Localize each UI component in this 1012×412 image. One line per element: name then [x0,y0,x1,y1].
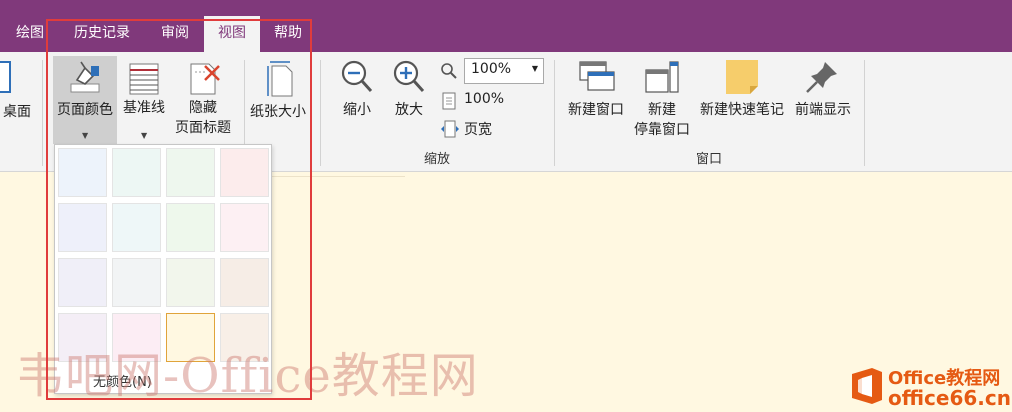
zoom-100-label: 100% [464,91,505,107]
docked-window-icon [645,61,679,93]
zoom-in-button[interactable]: 放大 [386,58,432,128]
zoom-in-icon [393,60,425,93]
page-width-button[interactable]: 页宽 [440,118,510,140]
new-docked-window-button[interactable]: 新建 停靠窗口 [630,58,694,142]
new-quick-note-button[interactable]: 新建快速笔记 [694,58,790,142]
new-docked-label-1: 新建 [648,102,676,118]
search-icon [441,63,457,79]
office-logo-icon [852,368,882,404]
ribbon-separator [554,60,555,166]
sticky-note-icon [726,60,758,94]
logo-line-2: office66.cn [888,386,1011,410]
desktop-icon [0,61,11,93]
zoom-select[interactable]: 100% ▼ [464,58,544,84]
zoom-out-label: 缩小 [343,102,371,118]
zoom-group-label: 缩放 [423,152,450,167]
zoom-value: 100% [471,61,512,77]
desktop-button[interactable]: 桌面 [0,58,34,142]
new-docked-label-2: 停靠窗口 [634,122,690,138]
ribbon-separator [864,60,865,166]
window-group-label: 窗口 [695,152,722,167]
ribbon-separator [42,60,43,166]
page-icon [442,92,456,110]
highlight-box [46,19,312,400]
chevron-down-icon: ▼ [531,64,538,73]
zoom-out-button[interactable]: 缩小 [334,58,380,128]
page-width-label: 页宽 [464,122,492,138]
new-quick-note-label: 新建快速笔记 [700,102,784,118]
zoom-out-icon [341,60,373,93]
always-on-top-button[interactable]: 前端显示 [790,58,856,142]
zoom-in-label: 放大 [395,102,423,118]
zoom-100-button[interactable]: 100% [440,90,510,112]
always-on-top-label: 前端显示 [795,102,851,118]
new-window-icon [579,61,615,91]
new-window-label: 新建窗口 [568,102,624,118]
desktop-label: 桌面 [3,104,31,120]
office-logo: Office教程网 office66.cn [846,360,1012,412]
page-width-icon [441,120,459,138]
new-window-button[interactable]: 新建窗口 [562,58,630,142]
pin-icon [806,62,837,93]
